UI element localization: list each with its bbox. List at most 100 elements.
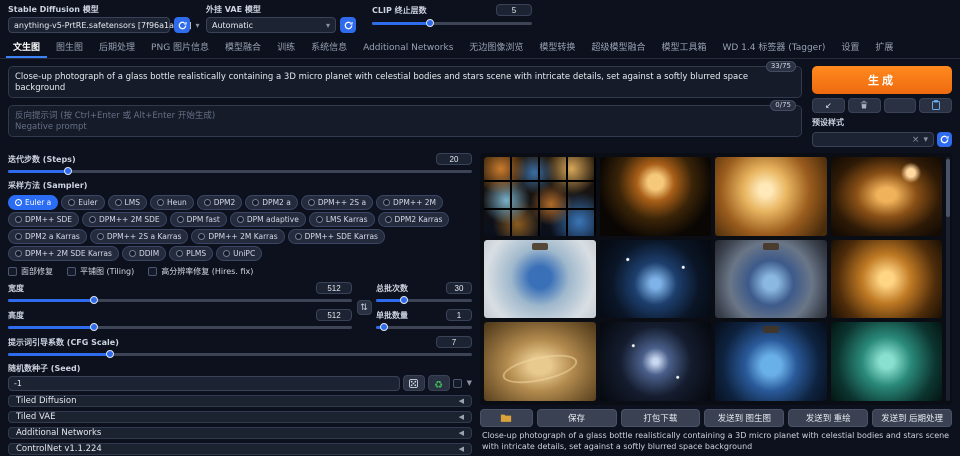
batch-count-value[interactable] [446,282,472,294]
sampler-option[interactable]: DPM++ SDE Karras [287,229,385,244]
gallery-image[interactable] [484,322,596,402]
accordion-controlnet[interactable]: ControlNet v1.1.224 ◀ [8,443,472,455]
clip-skip-slider[interactable] [372,18,532,28]
gallery-image[interactable] [830,157,942,236]
tab-extras[interactable]: 后期处理 [92,36,142,58]
sampler-option[interactable]: DPM2 Karras [377,212,450,227]
tab-checkpoint-merger[interactable]: 模型融合 [218,36,268,58]
batch-count-slider[interactable] [376,295,472,305]
gallery-image[interactable] [599,322,711,402]
open-folder-button[interactable] [480,409,533,428]
slider-thumb[interactable] [64,167,73,175]
vae-refresh-button[interactable] [340,17,356,33]
tab-model-converter[interactable]: 模型转换 [532,36,582,58]
height-value[interactable] [316,309,352,321]
sampler-option[interactable]: DPM fast [169,212,227,227]
gallery-image[interactable] [484,157,596,236]
batch-size-slider[interactable] [376,322,472,332]
seed-input[interactable] [8,375,400,391]
width-slider[interactable] [8,295,352,305]
sampler-option[interactable]: Euler [61,195,105,210]
sampler-option[interactable]: DPM++ 2S a Karras [89,229,189,244]
slider-thumb[interactable] [90,323,98,331]
send-to-extras-button[interactable]: 发送到 后期处理 [872,409,952,428]
tab-additional-networks[interactable]: Additional Networks [356,39,460,58]
sampler-option[interactable]: DPM2 a Karras [8,229,87,244]
gallery-image[interactable] [830,239,942,319]
accordion-additional-networks[interactable]: Additional Networks ◀ [8,427,472,439]
accordion-tiled-vae[interactable]: Tiled VAE ◀ [8,411,472,423]
tab-settings[interactable]: 设置 [834,36,866,58]
hires-fix-checkbox[interactable]: 高分辨率修复 (Hires. fix) [148,266,253,277]
sampler-option[interactable]: DPM++ 2S a [300,195,374,210]
batch-size-value[interactable] [446,309,472,321]
tiling-checkbox[interactable]: 平铺图 (Tiling) [67,266,134,277]
tab-extensions[interactable]: 扩展 [868,36,900,58]
sampler-option[interactable]: LMS [107,195,147,210]
sampler-option[interactable]: Heun [149,195,194,210]
tab-img2img[interactable]: 图生图 [49,36,90,58]
generate-button[interactable]: 生成 [812,66,952,94]
tab-model-toolkit[interactable]: 模型工具箱 [654,36,713,58]
slider-thumb[interactable] [106,350,115,358]
width-value[interactable] [316,282,352,294]
model-select[interactable]: anything-v5-PrtRE.safetensors [7f96a1a9c… [8,17,200,33]
random-seed-button[interactable] [402,375,425,391]
slider-thumb[interactable] [379,323,388,331]
tab-image-browser[interactable]: 无边图像浏览 [462,36,530,58]
gallery-image[interactable] [715,322,827,402]
sampler-option[interactable]: Euler a [8,195,59,210]
gallery-image[interactable] [484,239,596,319]
sampler-option[interactable]: UniPC [216,246,263,261]
extra-networks-button[interactable] [883,98,917,113]
sampler-option[interactable]: DPM++ SDE [8,212,79,227]
send-to-inpaint-button[interactable]: 发送到 重绘 [788,409,869,428]
sampler-option[interactable]: DPM++ 2M SDE [82,212,167,227]
steps-value[interactable] [436,153,472,165]
tab-png-info[interactable]: PNG 图片信息 [144,36,216,58]
gallery-image[interactable] [715,239,827,319]
prompt-input[interactable]: Close-up photograph of a glass bottle re… [8,66,802,98]
sampler-option[interactable]: DPM2 a [245,195,298,210]
zip-download-button[interactable]: 打包下载 [620,409,701,428]
clear-prompt-button[interactable] [847,98,881,113]
accordion-tiled-diffusion[interactable]: Tiled Diffusion ◀ [8,395,472,407]
gallery-scrollbar[interactable] [946,157,950,402]
height-slider[interactable] [8,322,352,332]
gallery-image[interactable] [830,322,942,402]
gallery-image[interactable] [599,239,711,319]
clear-styles-icon[interactable]: × [912,135,920,145]
paste-params-button[interactable]: ↙ [812,98,845,113]
extra-seed-checkbox[interactable] [452,378,462,388]
send-to-img2img-button[interactable]: 发送到 图生图 [704,409,785,428]
sampler-option[interactable]: DPM2 [196,195,243,210]
vae-select[interactable]: Automatic ▾ [206,17,336,33]
tab-wd14-tagger[interactable]: WD 1.4 标签器 (Tagger) [715,36,832,58]
apply-style-button[interactable] [919,98,952,113]
swap-dimensions-button[interactable]: ⇅ [356,299,372,315]
cfg-value[interactable] [436,336,472,348]
slider-thumb[interactable] [399,296,408,304]
sampler-option[interactable]: DPM adaptive [229,212,306,227]
slider-thumb[interactable] [90,296,98,304]
save-button[interactable]: 保存 [536,409,617,428]
sampler-option[interactable]: DPM++ 2M [376,195,444,210]
gallery-image[interactable] [599,157,711,236]
sampler-option[interactable]: PLMS [169,246,214,261]
restore-faces-checkbox[interactable]: 面部修复 [8,266,53,277]
styles-refresh-button[interactable] [937,132,952,147]
sampler-option[interactable]: DDIM [121,246,167,261]
model-refresh-button[interactable] [174,17,190,33]
tab-system-info[interactable]: 系统信息 [304,36,354,58]
sampler-option[interactable]: LMS Karras [308,212,375,227]
tab-txt2img[interactable]: 文生图 [6,36,48,58]
scrollbar-thumb[interactable] [946,159,950,217]
negative-prompt-input[interactable] [8,105,802,137]
steps-slider[interactable] [8,166,472,176]
tab-train[interactable]: 训练 [270,36,302,58]
sampler-option[interactable]: DPM++ 2M SDE Karras [8,246,119,261]
styles-select[interactable]: × ▾ [812,132,934,147]
reuse-seed-button[interactable]: ♻ [427,375,450,391]
sampler-option[interactable]: DPM++ 2M Karras [191,229,285,244]
slider-thumb[interactable] [425,19,434,27]
